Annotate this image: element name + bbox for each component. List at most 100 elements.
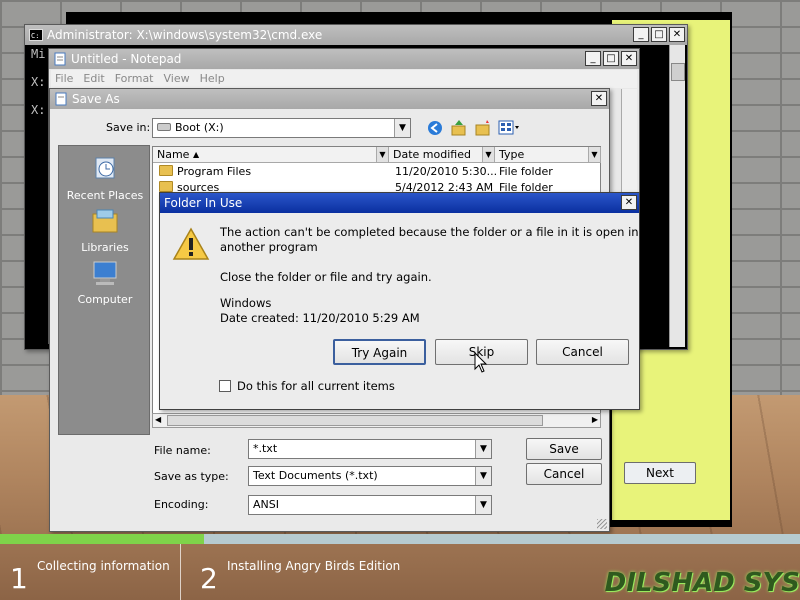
- column-header-type[interactable]: Type ▼: [495, 147, 601, 163]
- close-button[interactable]: ✕: [591, 91, 607, 106]
- file-name-input[interactable]: *.txt ▼: [248, 439, 492, 459]
- close-button[interactable]: ✕: [621, 195, 637, 210]
- column-label: Type: [499, 148, 525, 161]
- column-header-date[interactable]: Date modified ▼: [389, 147, 495, 163]
- computer-icon: [93, 261, 117, 285]
- folder-in-use-dialog: Folder In Use ✕ The action can't be comp…: [159, 192, 640, 410]
- view-menu-icon[interactable]: [498, 120, 520, 136]
- apply-to-all-checkbox[interactable]: [219, 380, 231, 392]
- file-name-label: File name:: [154, 444, 211, 457]
- chevron-down-icon[interactable]: ▼: [475, 467, 491, 485]
- step-number: 2: [200, 562, 218, 595]
- chevron-down-icon[interactable]: ▼: [482, 147, 494, 162]
- cmd-scrollbar[interactable]: [669, 45, 685, 347]
- cancel-button[interactable]: Cancel: [526, 463, 602, 485]
- chevron-down-icon[interactable]: ▼: [376, 147, 388, 162]
- svg-text:C:: C:: [31, 32, 39, 40]
- folder-icon: [159, 165, 173, 176]
- menu-help[interactable]: Help: [200, 70, 225, 88]
- scroll-thumb[interactable]: [671, 63, 685, 81]
- file-date: 11/20/2010 5:30...: [395, 165, 498, 178]
- recent-places-icon: [95, 157, 115, 179]
- chevron-down-icon[interactable]: ▼: [475, 440, 491, 458]
- place-libraries[interactable]: Libraries: [59, 206, 151, 254]
- step-label: Installing Angry Birds Edition: [227, 559, 401, 573]
- chevron-down-icon: ▼: [394, 119, 410, 137]
- dialog-item-date: Date created: 11/20/2010 5:29 AM: [220, 311, 420, 325]
- place-label: Computer: [77, 293, 133, 306]
- notepad-icon: [55, 92, 67, 106]
- step-number: 1: [10, 562, 28, 595]
- folder-icon: [159, 181, 173, 192]
- place-recent[interactable]: Recent Places: [59, 154, 151, 202]
- menu-view[interactable]: View: [164, 70, 190, 88]
- mouse-cursor-icon: [474, 352, 488, 373]
- chevron-down-icon[interactable]: ▼: [588, 147, 600, 162]
- file-type: File folder: [499, 165, 553, 178]
- sort-ascending-icon: ▲: [193, 150, 200, 159]
- cmd-titlebar[interactable]: C: Administrator: X:\windows\system32\cm…: [25, 25, 687, 45]
- save-in-value: Boot (X:): [175, 121, 224, 134]
- save-as-title: Save As: [72, 92, 120, 106]
- libraries-icon: [92, 209, 118, 233]
- dialog-titlebar[interactable]: Folder In Use ✕: [160, 193, 639, 213]
- encoding-value: ANSI: [253, 498, 279, 511]
- column-label: Name: [157, 148, 190, 161]
- save-in-label: Save in:: [106, 121, 151, 134]
- dialog-item-name: Windows: [220, 296, 272, 310]
- menu-edit[interactable]: Edit: [83, 70, 104, 88]
- column-header-name[interactable]: Name ▲ ▼: [153, 147, 389, 163]
- scroll-thumb[interactable]: [167, 415, 543, 426]
- save-as-type-value: Text Documents (*.txt): [253, 469, 378, 482]
- cmd-icon: C:: [29, 29, 43, 41]
- step-label: Collecting information: [37, 559, 170, 573]
- menu-format[interactable]: Format: [115, 70, 154, 88]
- dialog-instruction: Close the folder or file and try again.: [220, 270, 432, 284]
- encoding-combo[interactable]: ANSI ▼: [248, 495, 492, 515]
- save-in-combo[interactable]: Boot (X:) ▼: [152, 118, 411, 138]
- close-button[interactable]: ✕: [669, 27, 685, 42]
- up-folder-icon[interactable]: [450, 119, 468, 137]
- warning-icon: [172, 227, 210, 260]
- scroll-left-icon[interactable]: ◀: [155, 415, 161, 424]
- place-computer[interactable]: Computer: [59, 258, 151, 306]
- menu-file[interactable]: File: [55, 70, 73, 88]
- try-again-button[interactable]: Try Again: [333, 339, 426, 365]
- place-label: Libraries: [81, 241, 129, 254]
- save-button[interactable]: Save: [526, 438, 602, 460]
- new-folder-icon[interactable]: [474, 119, 492, 137]
- maximize-button[interactable]: □: [603, 51, 619, 66]
- save-as-type-combo[interactable]: Text Documents (*.txt) ▼: [248, 466, 492, 486]
- horizontal-scrollbar[interactable]: ◀ ▶: [152, 413, 601, 428]
- watermark-logo: DILSHAD SYS: [604, 568, 800, 598]
- dialog-message-line2: another program: [220, 240, 318, 254]
- save-as-type-label: Save as type:: [154, 470, 229, 483]
- column-label: Date modified: [393, 148, 471, 161]
- dialog-message-line1: The action can't be completed because th…: [220, 225, 639, 239]
- save-as-titlebar[interactable]: Save As ✕: [50, 89, 609, 109]
- chevron-down-icon[interactable]: ▼: [475, 496, 491, 514]
- setup-progress-fill: [0, 534, 204, 544]
- encoding-label: Encoding:: [154, 498, 209, 511]
- minimize-button[interactable]: _: [633, 27, 649, 42]
- notepad-menubar: File Edit Format View Help: [51, 70, 637, 88]
- file-name: Program Files: [177, 165, 252, 178]
- notepad-title: Untitled - Notepad: [71, 52, 182, 66]
- dialog-title: Folder In Use: [164, 196, 243, 210]
- step-divider: [180, 544, 181, 600]
- cmd-title: Administrator: X:\windows\system32\cmd.e…: [47, 28, 323, 42]
- back-icon[interactable]: [427, 120, 443, 136]
- setup-next-button[interactable]: Next: [624, 462, 696, 484]
- maximize-button[interactable]: □: [651, 27, 667, 42]
- places-bar: Recent Places Libraries Computer: [58, 145, 150, 435]
- table-row[interactable]: Program Files 11/20/2010 5:30... File fo…: [153, 164, 600, 180]
- resize-grip-icon[interactable]: [597, 519, 607, 529]
- checkbox-label: Do this for all current items: [237, 379, 395, 393]
- close-button[interactable]: ✕: [621, 51, 637, 66]
- place-label: Recent Places: [66, 189, 144, 202]
- scroll-right-icon[interactable]: ▶: [592, 415, 598, 424]
- drive-icon: [157, 123, 171, 131]
- cancel-button[interactable]: Cancel: [536, 339, 629, 365]
- minimize-button[interactable]: _: [585, 51, 601, 66]
- notepad-titlebar[interactable]: Untitled - Notepad _ □ ✕: [49, 49, 639, 69]
